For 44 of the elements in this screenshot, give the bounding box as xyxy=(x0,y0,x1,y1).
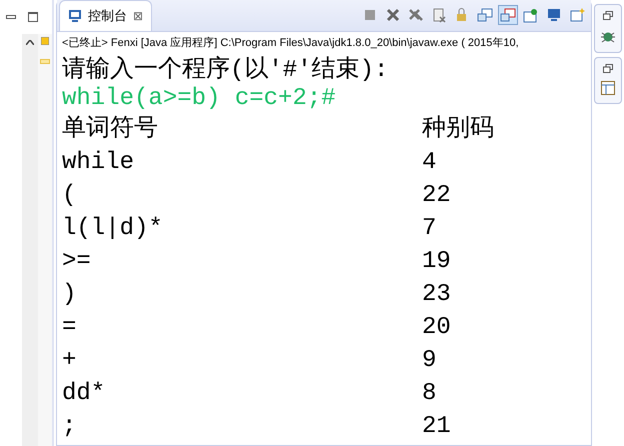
console-cell-text: ) xyxy=(62,280,78,310)
close-all-icon xyxy=(408,7,424,23)
monitor-icon xyxy=(546,7,562,23)
console-line: 请输入一个程序(以'#'结束): xyxy=(62,57,390,85)
input-echo-text: while(a>=b) c=c+2;# xyxy=(62,85,337,113)
console-tab[interactable]: 控制台 ⊠ xyxy=(59,0,152,31)
console-cell-text: ; xyxy=(62,412,78,442)
console-cell-text: 4 xyxy=(422,148,438,178)
restore-icon[interactable] xyxy=(603,11,613,20)
monitor-icon xyxy=(68,9,82,23)
close-icon xyxy=(385,7,401,23)
console-cell-text: + xyxy=(62,346,78,376)
restore-icon[interactable] xyxy=(603,64,613,73)
maximize-icon[interactable] xyxy=(28,12,38,22)
console-cell-text: while xyxy=(62,148,136,178)
marker-icon xyxy=(41,37,49,45)
console-cell-text: 22 xyxy=(422,181,452,211)
stop-icon xyxy=(362,7,378,23)
console-cell-text: 8 xyxy=(422,379,438,409)
console-cell-text: l(l|d)* xyxy=(62,214,164,244)
pin-icon xyxy=(523,7,539,23)
console-cell-text: dd* xyxy=(62,379,106,409)
minimize-icon[interactable] xyxy=(6,15,16,19)
console-cell-text: >= xyxy=(62,247,92,277)
document-icon xyxy=(431,7,447,23)
column-header: 种别码 xyxy=(422,114,495,145)
panel-icon[interactable] xyxy=(601,81,615,95)
marker-icon xyxy=(40,59,50,64)
console-cell-text: 23 xyxy=(422,280,452,310)
toolbar-button[interactable] xyxy=(498,5,518,25)
window-icon xyxy=(569,7,585,23)
column-header: 单词符号 xyxy=(62,114,159,145)
console-icon xyxy=(500,7,516,23)
console-cell-text: 19 xyxy=(422,247,452,277)
console-cell-text: ( xyxy=(62,181,78,211)
tab-label: 控制台 xyxy=(88,7,127,25)
console-cell-text: 7 xyxy=(422,214,438,244)
console-cell-text: = xyxy=(62,313,78,343)
console-cell-text: 21 xyxy=(422,412,452,442)
status-line: <已终止> Fenxi [Java 应用程序] C:\Program Files\Java\jdk1.8.0_20\bin\javaw.exe ( 2015年10, xyxy=(61,36,520,51)
close-button[interactable]: ⊠ xyxy=(133,9,143,23)
console-cell-text: 20 xyxy=(422,313,452,343)
console-cell-text: 9 xyxy=(422,346,438,376)
console-icon xyxy=(477,7,493,23)
